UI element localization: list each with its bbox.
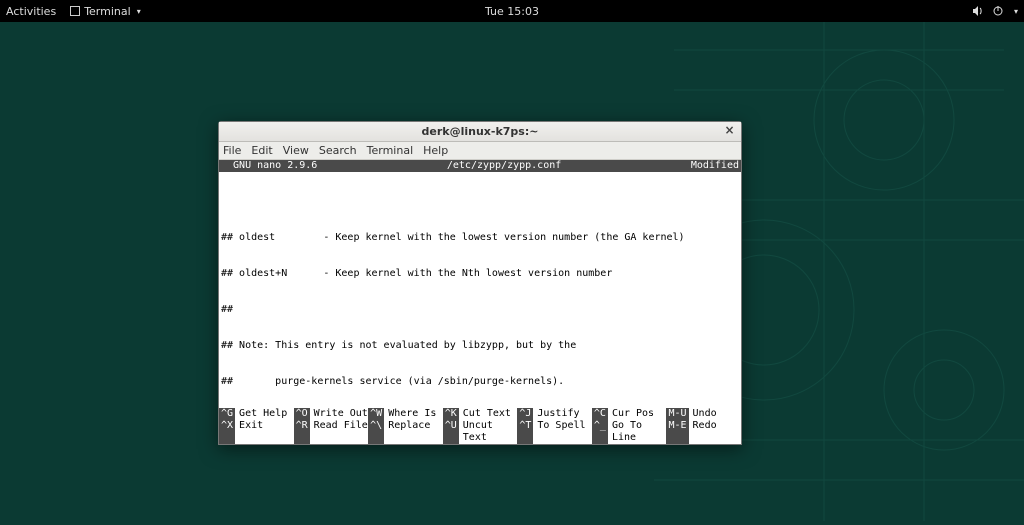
nano-shortcut: ^OWrite Out (294, 408, 369, 420)
nano-shortcut: ^WWhere Is (368, 408, 443, 420)
activities-button[interactable]: Activities (6, 5, 56, 18)
shortcut-label: Get Help (235, 408, 287, 420)
window-title: derk@linux-k7ps:~ (422, 125, 539, 138)
shortcut-label: Read File (310, 420, 368, 444)
nano-header: GNU nano 2.9.6 /etc/zypp/zypp.conf Modif… (219, 160, 741, 172)
shortcut-key: ^T (517, 420, 533, 444)
shortcut-label: To Spell (533, 420, 585, 444)
nano-shortcut: ^_Go To Line (592, 420, 667, 444)
nano-footer-row-1: ^GGet Help^OWrite Out^WWhere Is^KCut Tex… (219, 408, 741, 420)
topbar-clock[interactable]: Tue 15:03 (485, 5, 539, 18)
topbar-app-terminal[interactable]: Terminal ▾ (70, 5, 141, 18)
shortcut-label: Go To Line (608, 420, 667, 444)
editor-line: ## oldest+N - Keep kernel with the Nth l… (219, 268, 741, 280)
editor-line: ## oldest - Keep kernel with the lowest … (219, 232, 741, 244)
editor-line: ## (219, 304, 741, 316)
nano-shortcut: ^XExit (219, 420, 294, 444)
nano-shortcut: M-ERedo (666, 420, 741, 444)
nano-footer-row-2: ^XExit^RRead File^\Replace^UUncut Text^T… (219, 420, 741, 444)
volume-icon[interactable] (972, 5, 984, 17)
nano-footer: ^GGet Help^OWrite Out^WWhere Is^KCut Tex… (219, 408, 741, 444)
shortcut-key: ^G (219, 408, 235, 420)
shortcut-key: ^J (517, 408, 533, 420)
shortcut-label: Where Is (384, 408, 436, 420)
shortcut-label: Cur Pos (608, 408, 654, 420)
editor-line (219, 196, 741, 208)
shortcut-label: Uncut Text (459, 420, 518, 444)
nano-shortcut: ^TTo Spell (517, 420, 592, 444)
shortcut-key: ^R (294, 420, 310, 444)
power-icon[interactable] (992, 5, 1004, 17)
menu-file[interactable]: File (223, 144, 241, 157)
terminal-body[interactable]: GNU nano 2.9.6 /etc/zypp/zypp.conf Modif… (219, 160, 741, 444)
shortcut-key: ^\ (368, 420, 384, 444)
chevron-down-icon: ▾ (137, 7, 141, 16)
nano-shortcut: ^GGet Help (219, 408, 294, 420)
nano-shortcut: ^RRead File (294, 420, 369, 444)
editor-line: ## Note: This entry is not evaluated by … (219, 340, 741, 352)
nano-shortcut: ^JJustify (517, 408, 592, 420)
shortcut-key: M-E (666, 420, 688, 444)
terminal-window: derk@linux-k7ps:~ × File Edit View Searc… (218, 121, 742, 445)
nano-filename: /etc/zypp/zypp.conf (317, 160, 691, 172)
nano-shortcut: ^\Replace (368, 420, 443, 444)
shortcut-label: Exit (235, 420, 263, 444)
nano-shortcut: M-UUndo (666, 408, 741, 420)
shortcut-label: Redo (689, 420, 717, 444)
shortcut-label: Cut Text (459, 408, 511, 420)
nano-shortcut: ^UUncut Text (443, 420, 518, 444)
shortcut-key: ^O (294, 408, 310, 420)
system-menu-chevron-icon[interactable]: ▾ (1014, 7, 1018, 16)
menu-search[interactable]: Search (319, 144, 357, 157)
terminal-menubar: File Edit View Search Terminal Help (219, 142, 741, 160)
menu-edit[interactable]: Edit (251, 144, 272, 157)
nano-editor[interactable]: ## oldest - Keep kernel with the lowest … (219, 172, 741, 444)
shortcut-key: ^K (443, 408, 459, 420)
close-button[interactable]: × (722, 124, 737, 139)
topbar-app-label: Terminal (84, 5, 131, 18)
shortcut-label: Undo (689, 408, 717, 420)
window-titlebar[interactable]: derk@linux-k7ps:~ × (219, 122, 741, 142)
shortcut-label: Replace (384, 420, 430, 444)
menu-terminal[interactable]: Terminal (367, 144, 414, 157)
shortcut-key: ^X (219, 420, 235, 444)
shortcut-key: M-U (666, 408, 688, 420)
terminal-icon (70, 6, 80, 16)
shortcut-label: Justify (533, 408, 579, 420)
shortcut-key: ^U (443, 420, 459, 444)
nano-shortcut: ^KCut Text (443, 408, 518, 420)
nano-version: GNU nano 2.9.6 (219, 160, 317, 172)
shortcut-key: ^W (368, 408, 384, 420)
shortcut-key: ^C (592, 408, 608, 420)
nano-shortcut: ^CCur Pos (592, 408, 667, 420)
nano-modified-flag: Modified (691, 160, 741, 172)
shortcut-key: ^_ (592, 420, 608, 444)
shortcut-label: Write Out (310, 408, 368, 420)
menu-help[interactable]: Help (423, 144, 448, 157)
menu-view[interactable]: View (283, 144, 309, 157)
gnome-topbar: Activities Terminal ▾ Tue 15:03 ▾ (0, 0, 1024, 22)
editor-line: ## purge-kernels service (via /sbin/purg… (219, 376, 741, 388)
